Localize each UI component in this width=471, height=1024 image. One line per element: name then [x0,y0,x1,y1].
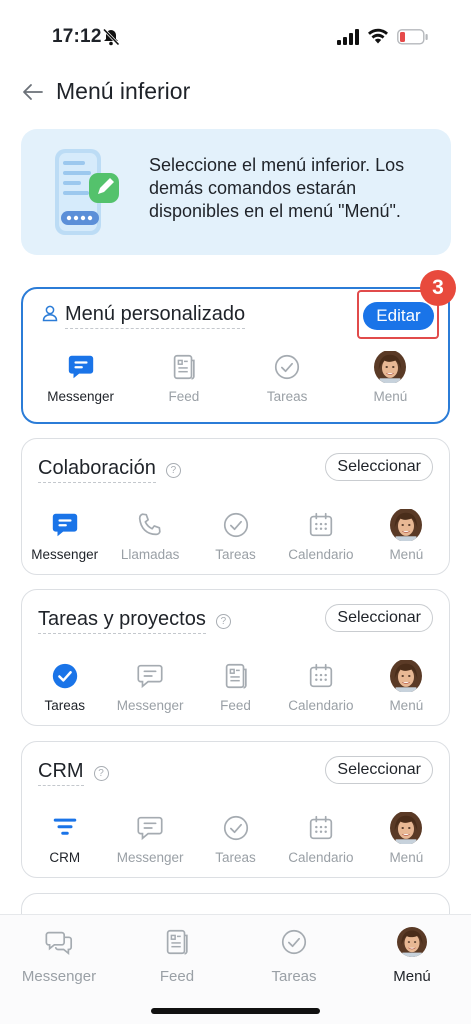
calendar-icon [305,660,337,692]
menu-item-calls[interactable]: Llamadas [107,509,192,562]
menu-item-feed[interactable]: Feed [132,351,235,404]
page-title: Menú inferior [56,78,191,104]
help-icon[interactable]: ? [215,613,231,629]
crm-card[interactable]: CRM ? Seleccionar CRM Messenger Tareas C… [21,741,450,878]
menu-item-crm[interactable]: CRM [22,812,107,865]
status-bar: 17:12 [0,0,471,76]
step-badge: 3 [420,270,456,306]
menu-item-menu[interactable]: Menú [339,351,442,404]
chat-bubbles-icon [44,927,74,962]
tasks-check-icon [49,660,81,692]
feed-icon [220,660,252,692]
menu-item-calendar[interactable]: Calendario [278,509,363,562]
messenger-icon [134,812,166,844]
avatar [374,351,406,383]
menu-item-menu[interactable]: Menú [364,812,449,865]
avatar [390,812,422,844]
menu-item-feed[interactable]: Feed [193,660,278,713]
menu-item-calendar[interactable]: Calendario [278,660,363,713]
select-button[interactable]: Seleccionar [325,604,433,632]
feed-icon [168,351,200,383]
signal-icon [337,29,361,50]
tasks-icon [220,812,252,844]
help-icon[interactable]: ? [165,462,181,478]
collaboration-title: Colaboración ? [38,457,181,483]
select-button[interactable]: Seleccionar [325,756,433,784]
collaboration-card[interactable]: Colaboración ? Seleccionar Messenger Lla… [21,438,450,575]
select-button[interactable]: Seleccionar [325,453,433,481]
status-time: 17:12 [52,26,102,47]
messenger-icon [134,660,166,692]
help-icon[interactable]: ? [93,765,109,781]
messenger-icon [49,509,81,541]
user-icon [41,304,59,328]
tasks-icon [271,351,303,383]
menu-item-tasks[interactable]: Tareas [22,660,107,713]
info-banner: Seleccione el menú inferior. Los demás c… [21,129,451,255]
menu-item-messenger[interactable]: Messenger [22,509,107,562]
menu-item-tasks[interactable]: Tareas [193,812,278,865]
banner-text: Seleccione el menú inferior. Los demás c… [149,155,405,221]
nav-feed[interactable]: Feed [127,927,227,985]
nav-menu[interactable]: Menú [362,927,462,985]
phone-edit-illustration-icon [49,147,139,244]
tasks-projects-title: Tareas y proyectos ? [38,608,231,634]
avatar [390,660,422,692]
tasks-icon [279,927,309,962]
menu-item-tasks[interactable]: Tareas [193,509,278,562]
menu-item-messenger[interactable]: Messenger [107,812,192,865]
menu-item-calendar[interactable]: Calendario [278,812,363,865]
feed-icon [162,927,192,962]
crm-funnel-icon [49,812,81,844]
menu-item-menu[interactable]: Menú [364,660,449,713]
page-header: Menú inferior [0,72,471,112]
menu-item-messenger[interactable]: Messenger [107,660,192,713]
wifi-icon [367,27,389,50]
phone-icon [134,509,166,541]
home-indicator[interactable] [151,1008,320,1014]
menu-item-messenger[interactable]: Messenger [29,351,132,404]
back-arrow-icon[interactable] [20,80,46,104]
avatar [390,509,422,541]
nav-tasks[interactable]: Tareas [244,927,344,985]
avatar [397,927,427,962]
custom-menu-title: Menú personalizado [41,303,246,329]
crm-title: CRM ? [38,760,109,786]
calendar-icon [305,812,337,844]
tasks-projects-card[interactable]: Tareas y proyectos ? Seleccionar Tareas … [21,589,450,726]
calendar-icon [305,509,337,541]
tasks-icon [220,509,252,541]
nav-messenger[interactable]: Messenger [9,927,109,985]
messenger-icon [65,351,97,383]
bell-off-icon [102,28,120,51]
battery-icon [397,29,429,50]
menu-item-menu[interactable]: Menú [364,509,449,562]
menu-item-tasks[interactable]: Tareas [236,351,339,404]
